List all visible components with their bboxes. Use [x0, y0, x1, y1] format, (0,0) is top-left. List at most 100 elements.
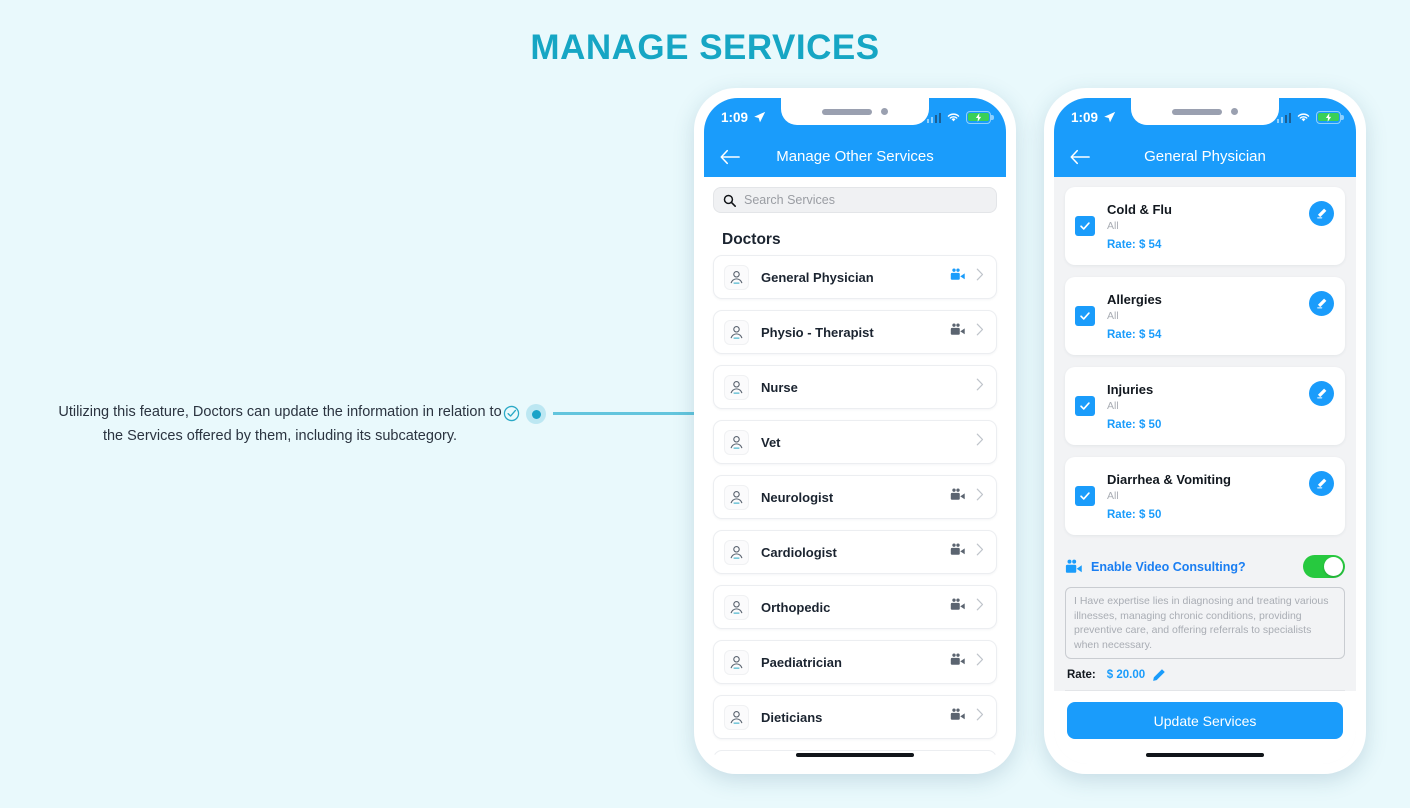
orthopedic-icon — [724, 594, 749, 620]
video-camera-icon[interactable] — [950, 323, 966, 341]
service-list-item-nurse[interactable]: Nurse — [713, 365, 997, 409]
service-checkbox[interactable] — [1075, 396, 1095, 416]
service-item-label: Neurologist — [761, 489, 834, 505]
service-rate-row: Rate: $ 20.00 — [1065, 659, 1345, 691]
service-list-item-orthopedic[interactable]: Orthopedic — [713, 585, 997, 629]
video-camera-icon[interactable] — [950, 488, 966, 506]
service-card-subtitle: All — [1107, 219, 1119, 232]
chevron-right-icon — [976, 543, 984, 561]
service-list-item-dieticians[interactable]: Dieticians — [713, 695, 997, 739]
search-input[interactable]: Search Services — [713, 187, 997, 213]
connector-line — [553, 412, 696, 415]
phone-notch — [781, 98, 929, 125]
service-item-actions — [976, 433, 984, 451]
charging-bolt-icon — [975, 112, 982, 122]
video-camera-icon[interactable] — [950, 598, 966, 616]
home-indicator — [796, 752, 914, 757]
left-phone-body: Search Services Doctors General Physicia… — [704, 177, 1006, 764]
chevron-right-icon — [976, 268, 984, 286]
page-title: MANAGE SERVICES — [530, 28, 880, 67]
back-arrow-icon[interactable] — [720, 149, 740, 164]
edit-pencil-icon[interactable] — [1309, 291, 1334, 316]
service-card-rate: Rate: $ 50 — [1107, 509, 1231, 521]
service-card-subtitle: All — [1107, 309, 1119, 322]
service-item-label: General Physician — [761, 269, 874, 285]
service-list-item-physio-therapist[interactable]: Physio - Therapist — [713, 310, 997, 354]
service-card-content: Injuries All Rate: $ 50 — [1107, 382, 1161, 431]
left-app-header: Manage Other Services — [704, 136, 1006, 177]
charging-bolt-icon — [1325, 112, 1332, 122]
edit-pencil-icon[interactable] — [1309, 471, 1334, 496]
neurologist-icon — [724, 484, 749, 510]
video-consulting-toggle[interactable] — [1303, 555, 1345, 578]
service-item-actions — [950, 708, 984, 726]
status-time: 1:09 — [1071, 109, 1099, 125]
cardiologist-icon — [724, 539, 749, 565]
doctor-avatar-icon — [724, 264, 749, 290]
description-textarea[interactable]: I Have expertise lies in diagnosing and … — [1065, 587, 1345, 659]
phone-right: 1:09 General Physician Cold & Flu All Ra… — [1044, 88, 1366, 774]
service-card-title: Injuries — [1107, 381, 1154, 397]
service-card-subtitle: All — [1107, 489, 1119, 502]
video-camera-icon[interactable] — [950, 708, 966, 726]
service-list-item-cardiologist[interactable]: Cardiologist — [713, 530, 997, 574]
video-camera-icon[interactable] — [950, 653, 966, 671]
search-wrapper: Search Services — [704, 177, 1006, 219]
service-item-label: Cardiologist — [761, 544, 837, 560]
service-checkbox[interactable] — [1075, 486, 1095, 506]
home-indicator — [1146, 752, 1264, 757]
edit-pencil-icon[interactable] — [1152, 668, 1166, 682]
service-cards-list: Cold & Flu All Rate: $ 54 Allergies All Rate:… — [1054, 177, 1356, 547]
back-arrow-icon[interactable] — [1070, 149, 1090, 164]
service-card-content: Cold & Flu All Rate: $ 54 — [1107, 202, 1172, 251]
status-time-wrap: 1:09 — [1071, 110, 1116, 125]
edit-pencil-icon[interactable] — [1309, 381, 1334, 406]
service-checkbox[interactable] — [1075, 306, 1095, 326]
video-consulting-panel: Enable Video Consulting? I Have expertis… — [1054, 547, 1356, 691]
video-camera-icon[interactable] — [950, 543, 966, 561]
service-item-label: Nurse — [761, 379, 798, 395]
service-card[interactable]: Diarrhea & Vomiting All Rate: $ 50 — [1065, 457, 1345, 535]
service-list-item-paediatrician[interactable]: Paediatrician — [713, 640, 997, 684]
service-item-actions — [950, 653, 984, 671]
left-header-title: Manage Other Services — [776, 148, 934, 165]
battery-charging-icon — [966, 110, 994, 124]
service-card-rate: Rate: $ 54 — [1107, 329, 1162, 341]
location-arrow-icon — [1104, 111, 1116, 122]
service-list-item-general-physician[interactable]: General Physician — [713, 255, 997, 299]
service-card[interactable]: Injuries All Rate: $ 50 — [1065, 367, 1345, 445]
video-camera-icon[interactable] — [950, 268, 966, 286]
chevron-right-icon — [976, 708, 984, 726]
notch-camera — [1231, 108, 1238, 115]
service-list-item-vet[interactable]: Vet — [713, 420, 997, 464]
check-circle-icon — [503, 405, 520, 422]
service-item-actions — [950, 268, 984, 286]
service-card-rate-value: $ 50 — [1138, 418, 1162, 431]
service-card[interactable]: Allergies All Rate: $ 54 — [1065, 277, 1345, 355]
service-card-subtitle: All — [1107, 399, 1119, 412]
service-card-title: Cold & Flu — [1107, 201, 1172, 217]
service-card-rate-value: $ 50 — [1138, 508, 1162, 521]
service-list-item-neurologist[interactable]: Neurologist — [713, 475, 997, 519]
nurse-icon — [724, 374, 749, 400]
phone-left: 1:09 Manage Other Services Search Servic… — [694, 88, 1016, 774]
video-consulting-row: Enable Video Consulting? — [1065, 553, 1345, 587]
status-icons — [1276, 110, 1344, 124]
right-status-bar: 1:09 — [1054, 98, 1356, 136]
service-card[interactable]: Cold & Flu All Rate: $ 54 — [1065, 187, 1345, 265]
service-card-content: Allergies All Rate: $ 54 — [1107, 292, 1162, 341]
services-list: General Physician Physio - Therapist Nurse… — [704, 255, 1006, 739]
update-services-button[interactable]: Update Services — [1067, 702, 1343, 739]
service-item-actions — [950, 323, 984, 341]
phone-right-screen: 1:09 General Physician Cold & Flu All Ra… — [1054, 98, 1356, 764]
chevron-right-icon — [976, 433, 984, 451]
service-checkbox[interactable] — [1075, 216, 1095, 236]
vet-paw-icon — [724, 429, 749, 455]
service-card-rate-label: Rate: — [1107, 328, 1136, 341]
service-item-label: Paediatrician — [761, 654, 842, 670]
chevron-right-icon — [976, 378, 984, 396]
edit-pencil-icon[interactable] — [1309, 201, 1334, 226]
page-root: MANAGE SERVICES Utilizing this feature, … — [0, 0, 1410, 808]
chevron-right-icon — [976, 323, 984, 341]
location-arrow-icon — [754, 111, 766, 122]
